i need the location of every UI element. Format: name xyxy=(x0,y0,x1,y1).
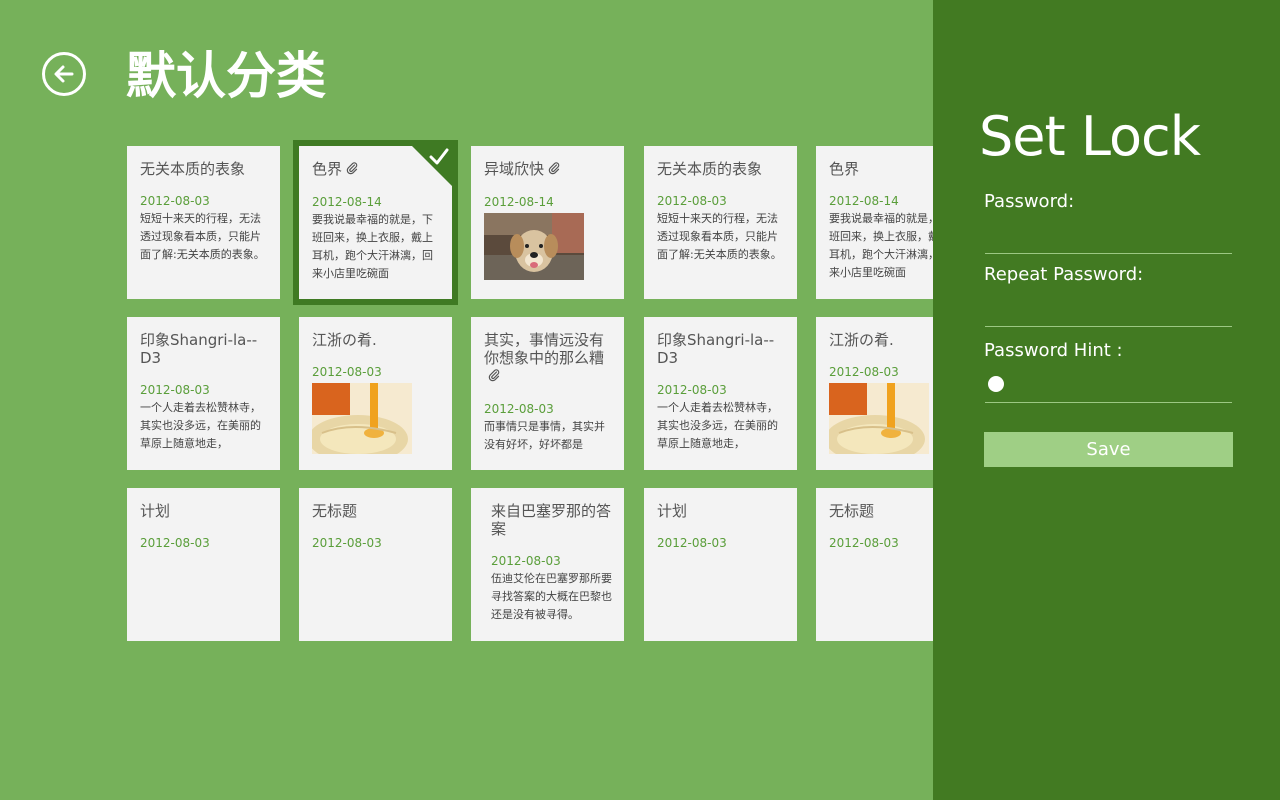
note-title-text: 江浙の肴. xyxy=(829,331,894,349)
note-title-text: 计划 xyxy=(657,502,688,520)
note-card[interactable]: 色界 2012-08-14 要我说最幸福的就是，下班回来，换上衣服，戴上耳机，跑个大… xyxy=(816,146,933,299)
note-title-text: 无标题 xyxy=(312,502,358,520)
note-title-text: 无关本质的表象 xyxy=(140,160,246,178)
note-date: 2012-08-03 xyxy=(484,401,554,416)
password-hint-field[interactable] xyxy=(985,374,1232,403)
panel-title: Set Lock xyxy=(979,105,1201,168)
note-title-text: 印象Shangri-la--D3 xyxy=(140,331,258,367)
note-title-text: 异域欣快 xyxy=(484,160,545,178)
note-excerpt: 而事情只是事情，其实并没有好坏，好坏都是 xyxy=(484,419,605,451)
note-card[interactable]: 印象Shangri-la--D3 2012-08-03 一个人走着去松赞林寺，其实也… xyxy=(127,317,280,470)
note-date: 2012-08-03 xyxy=(829,536,899,550)
note-date: 2012-08-14 xyxy=(484,194,554,209)
note-date: 2012-08-03 xyxy=(491,554,561,568)
note-title: 无关本质的表象 xyxy=(657,160,787,178)
note-title: 无关本质的表象 xyxy=(140,160,270,178)
note-excerpt: 短短十来天的行程，无法透过现象看本质，只能片面了解:无关本质的表象。 xyxy=(140,212,265,261)
note-excerpt: 要我说最幸福的就是，下班回来，换上衣服，戴上耳机，跑个大汗淋漓，回来小店里吃碗面 xyxy=(829,212,933,279)
note-title: 色界 xyxy=(829,160,933,178)
repeat-password-label: Repeat Password: xyxy=(984,264,1144,285)
note-card[interactable]: 色界 2012-08-14 要我说最幸福的就是，下班回来，换上衣服，戴上耳机，跑个大… xyxy=(293,140,458,305)
set-lock-panel: Set Lock Password: Repeat Password: Pass… xyxy=(933,0,1280,800)
password-field[interactable] xyxy=(985,225,1232,254)
note-title: 计划 xyxy=(140,502,270,520)
note-title-text: 无关本质的表象 xyxy=(657,160,763,178)
note-date: 2012-08-03 xyxy=(312,365,382,379)
note-date: 2012-08-14 xyxy=(312,194,382,209)
repeat-password-field[interactable] xyxy=(985,298,1232,327)
note-title: 无标题 xyxy=(829,502,933,520)
note-date: 2012-08-03 xyxy=(657,536,727,550)
note-date: 2012-08-03 xyxy=(657,383,727,397)
paperclip-icon xyxy=(487,368,501,386)
note-title-text: 印象Shangri-la--D3 xyxy=(657,331,775,367)
note-date: 2012-08-03 xyxy=(657,194,727,208)
password-hint-label: Password Hint : xyxy=(984,340,1123,361)
note-title: 来自巴塞罗那的答案 xyxy=(491,502,614,538)
note-title: 异域欣快 xyxy=(484,160,614,179)
note-excerpt: 一个人走着去松赞林寺，其实也没多远，在美丽的草原上随意地走， xyxy=(140,401,261,450)
note-title: 计划 xyxy=(657,502,787,520)
note-date: 2012-08-03 xyxy=(140,536,210,550)
note-title: 无标题 xyxy=(312,502,442,520)
note-title-text: 色界 xyxy=(312,160,343,178)
note-card[interactable]: 计划 2012-08-03 xyxy=(127,488,280,641)
save-button[interactable]: Save xyxy=(984,432,1233,467)
note-title: 印象Shangri-la--D3 xyxy=(140,331,270,367)
note-card[interactable]: 无标题 2012-08-03 xyxy=(299,488,452,641)
checkmark-icon xyxy=(429,148,449,170)
note-excerpt: 一个人走着去松赞林寺，其实也没多远，在美丽的草原上随意地走， xyxy=(657,401,778,450)
note-title-text: 计划 xyxy=(140,502,171,520)
note-title-text: 江浙の肴. xyxy=(312,331,377,349)
note-card[interactable]: 其实，事情远没有你想象中的那么糟 2012-08-03 而事情只是事情，其实并没有好… xyxy=(471,317,624,470)
paperclip-icon xyxy=(345,161,359,179)
note-card[interactable]: 江浙の肴. 2012-08-03 xyxy=(816,317,933,470)
note-card[interactable]: 印象Shangri-la--D3 2012-08-03 一个人走着去松赞林寺，其实也… xyxy=(644,317,797,470)
note-title: 其实，事情远没有你想象中的那么糟 xyxy=(484,331,614,386)
note-card[interactable]: 无关本质的表象 2012-08-03 短短十来天的行程，无法透过现象看本质，只能片面… xyxy=(644,146,797,299)
note-date: 2012-08-14 xyxy=(829,194,899,208)
food-photo-thumbnail xyxy=(308,383,412,463)
password-label: Password: xyxy=(984,191,1075,212)
note-card[interactable]: 无关本质的表象 2012-08-03 短短十来天的行程，无法透过现象看本质，只能片面… xyxy=(127,146,280,299)
note-title-text: 其实，事情远没有你想象中的那么糟 xyxy=(484,331,605,367)
note-card[interactable]: 江浙の肴. 2012-08-03 xyxy=(299,317,452,470)
note-title: 江浙の肴. xyxy=(829,331,933,349)
note-card[interactable]: 来自巴塞罗那的答案 2012-08-03 伍迪艾伦在巴塞罗那所要寻找答案的大概在巴黎… xyxy=(471,488,624,641)
note-excerpt: 短短十来天的行程，无法透过现象看本质，只能片面了解:无关本质的表象。 xyxy=(657,212,782,261)
note-excerpt: 伍迪艾伦在巴塞罗那所要寻找答案的大概在巴黎也还是没有被寻得。 xyxy=(491,572,612,621)
food-photo-thumbnail xyxy=(825,383,929,463)
note-card[interactable]: 计划 2012-08-03 xyxy=(644,488,797,641)
note-title-text: 来自巴塞罗那的答案 xyxy=(491,502,612,538)
note-card[interactable]: 无标题 2012-08-03 xyxy=(816,488,933,641)
dog-photo-thumbnail xyxy=(484,212,584,280)
paperclip-icon xyxy=(547,161,561,179)
note-title-text: 无标题 xyxy=(829,502,875,520)
notes-grid: 无关本质的表象 2012-08-03 短短十来天的行程，无法透过现象看本质，只能片面… xyxy=(0,0,933,800)
note-title: 江浙の肴. xyxy=(312,331,442,349)
note-card[interactable]: 异域欣快 2012-08-14 xyxy=(471,146,624,299)
note-title: 印象Shangri-la--D3 xyxy=(657,331,787,367)
note-title-text: 色界 xyxy=(829,160,860,178)
note-date: 2012-08-03 xyxy=(140,383,210,397)
note-excerpt: 要我说最幸福的就是，下班回来，换上衣服，戴上耳机，跑个大汗淋漓，回来小店里吃碗面 xyxy=(312,212,433,280)
note-date: 2012-08-03 xyxy=(312,536,382,550)
note-date: 2012-08-03 xyxy=(140,194,210,208)
note-date: 2012-08-03 xyxy=(829,365,899,379)
